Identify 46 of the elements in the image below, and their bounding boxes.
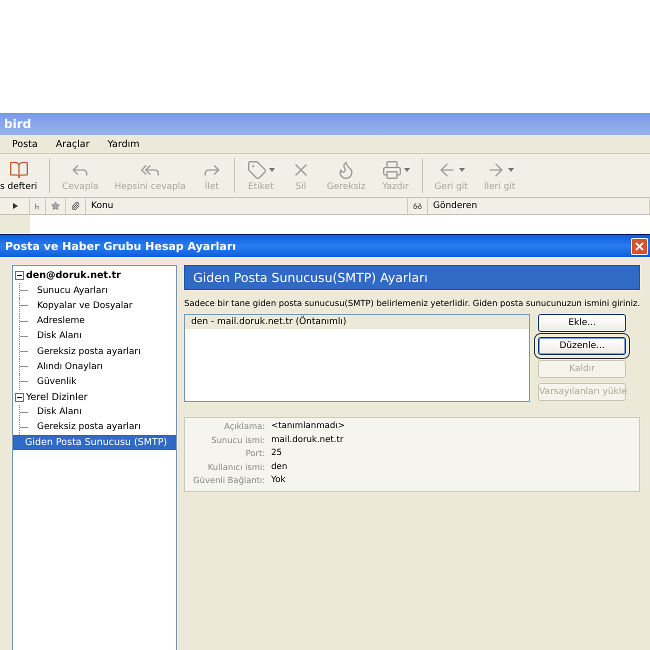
tree-item[interactable]: den@doruk.net.tr: [13, 268, 176, 284]
pane-arrow-icon[interactable]: [13, 203, 18, 209]
tree-item[interactable]: Disk Alanı: [37, 407, 82, 418]
detail-label: Port:: [244, 447, 266, 460]
tree-item[interactable]: Gereksiz posta ayarları: [37, 346, 141, 357]
tree-item[interactable]: Yerel Dizinler: [13, 390, 176, 405]
description-text: Sadece bir tane giden posta sunucusu(SMTP) belirlemeniz yeterlidir. Giden posta sunucunuzun ismini giriniz.: [184, 298, 640, 308]
dialog-title: Posta ve Haber Grubu Hesap Ayarları: [5, 240, 236, 252]
attachment-icon[interactable]: [71, 201, 80, 211]
detail-value: <tanımlanmadı>: [271, 420, 346, 433]
window-title: bird: [3, 117, 32, 131]
menu-item[interactable]: Posta: [12, 138, 38, 150]
tree-item[interactable]: Alındı Onayları: [37, 362, 103, 372]
tree-item[interactable]: Güvenlik: [37, 376, 76, 387]
detail-label: Açıklama:: [223, 420, 266, 433]
collapse-icon[interactable]: [15, 392, 24, 402]
toolbar-button[interactable]: s defteri: [0, 154, 46, 197]
detail-label: Güvenli Bağlantı:: [192, 474, 266, 487]
column-header[interactable]: Gönderen: [433, 201, 478, 211]
section-heading: Giden Posta Sunucusu(SMTP) Ayarları: [184, 265, 640, 290]
detail-label: Kullanıcı ismi:: [206, 460, 266, 474]
detail-value: Yok: [271, 474, 286, 487]
book-icon: [8, 160, 29, 180]
tree-item[interactable]: Giden Posta Sunucusu (SMTP): [13, 435, 176, 450]
collapse-icon[interactable]: [15, 271, 24, 280]
tag-icon: [246, 160, 267, 180]
tree-item[interactable]: Sunucu Ayarları: [37, 286, 108, 296]
tree-item[interactable]: Disk Alanı: [37, 331, 82, 342]
close-icon: [635, 242, 644, 250]
thread-icon[interactable]: [35, 202, 40, 210]
column-header[interactable]: Konu: [91, 201, 114, 211]
read-status-icon[interactable]: [413, 201, 422, 211]
detail-value: 25: [271, 447, 284, 460]
tree-item[interactable]: Kopyalar ve Dosyalar: [37, 300, 132, 311]
close-button[interactable]: [631, 238, 648, 254]
detail-label: Sunucu ismi:: [210, 434, 266, 446]
dialog-button[interactable]: Ekle...: [538, 314, 626, 332]
detail-value: mail.doruk.net.tr: [271, 434, 344, 446]
server-list-item[interactable]: den - mail.doruk.net.tr (Öntanımlı): [185, 315, 530, 329]
star-icon[interactable]: [51, 201, 60, 211]
tree-item[interactable]: Adresleme: [37, 316, 85, 326]
menu-item[interactable]: Araçlar: [56, 138, 90, 150]
printer-icon: [382, 160, 402, 180]
detail-value: den: [271, 460, 288, 474]
tree-item[interactable]: Gereksiz posta ayarları: [37, 422, 141, 432]
menu-item[interactable]: Yardım: [108, 138, 140, 150]
